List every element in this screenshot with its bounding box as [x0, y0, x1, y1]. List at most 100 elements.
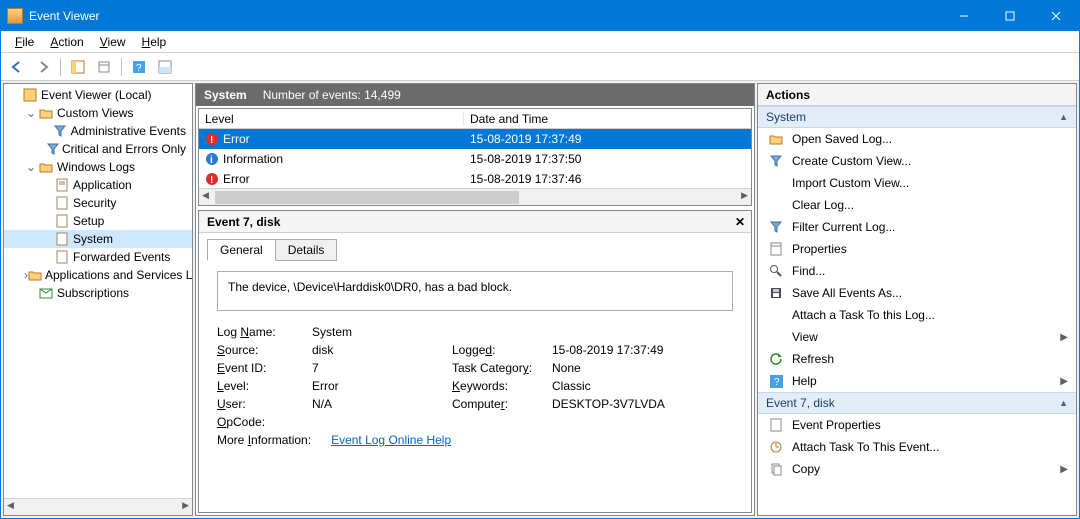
tree-subscriptions[interactable]: Subscriptions	[4, 284, 192, 302]
action-event-properties[interactable]: Event Properties	[758, 414, 1076, 436]
toolbar-separator	[60, 58, 61, 76]
col-date[interactable]: Date and Time	[464, 112, 751, 126]
collapse-icon[interactable]: ▲	[1059, 398, 1068, 408]
tree-root[interactable]: Event Viewer (Local)	[4, 86, 192, 104]
action-create-custom-view[interactable]: Create Custom View...	[758, 150, 1076, 172]
action-attach-task-event[interactable]: Attach Task To This Event...	[758, 436, 1076, 458]
event-row[interactable]: !Error15-08-2019 17:37:49	[199, 129, 751, 149]
close-detail-button[interactable]: ✕	[735, 215, 745, 229]
tab-details[interactable]: Details	[275, 239, 338, 261]
action-attach-task-log[interactable]: Attach a Task To this Log...	[758, 304, 1076, 326]
list-h-scrollbar[interactable]	[199, 188, 751, 205]
val-taskcat: None	[552, 361, 733, 375]
tree-label: Application	[73, 178, 132, 192]
val-user: N/A	[312, 397, 452, 411]
action-group-event[interactable]: Event 7, disk ▲	[758, 392, 1076, 414]
maximize-button[interactable]	[987, 1, 1033, 31]
menu-view[interactable]: View	[92, 33, 134, 51]
filter-icon	[47, 141, 59, 157]
chevron-right-icon: ▶	[1060, 376, 1068, 387]
val-level: Error	[312, 379, 452, 393]
svg-text:?: ?	[136, 63, 142, 74]
tree-windows-logs[interactable]: ⌄ Windows Logs	[4, 158, 192, 176]
find-icon	[768, 263, 784, 279]
navigation-tree[interactable]: Event Viewer (Local) ⌄ Custom Views Admi…	[4, 84, 192, 498]
action-filter-current-log[interactable]: Filter Current Log...	[758, 216, 1076, 238]
menu-action[interactable]: Action	[42, 33, 91, 51]
tree-label: Applications and Services Lo	[45, 268, 192, 282]
filter-icon	[768, 219, 784, 235]
svg-text:i: i	[210, 155, 213, 166]
tree-forwarded[interactable]: Forwarded Events	[4, 248, 192, 266]
tree-label: Forwarded Events	[73, 250, 170, 264]
tree-scrollbar[interactable]	[4, 498, 192, 515]
action-properties[interactable]: Properties	[758, 238, 1076, 260]
online-help-link[interactable]: Event Log Online Help	[331, 433, 451, 447]
action-open-saved-log[interactable]: Open Saved Log...	[758, 128, 1076, 150]
tree-custom-views[interactable]: ⌄ Custom Views	[4, 104, 192, 122]
action-save-all-events[interactable]: Save All Events As...	[758, 282, 1076, 304]
open-icon	[768, 131, 784, 147]
actions-pane: Actions System ▲ Open Saved Log... Creat…	[757, 83, 1077, 516]
val-eventid: 7	[312, 361, 452, 375]
event-row[interactable]: iInformation15-08-2019 17:37:50	[199, 149, 751, 169]
preview-toolbar-button[interactable]	[153, 56, 177, 78]
svg-text:!: !	[210, 175, 213, 186]
forward-button[interactable]	[31, 56, 55, 78]
help-toolbar-button[interactable]: ?	[127, 56, 151, 78]
tab-general[interactable]: General	[207, 239, 276, 261]
actions-title: Actions	[758, 84, 1076, 106]
properties-toolbar-button[interactable]	[92, 56, 116, 78]
window-title: Event Viewer	[29, 9, 941, 23]
action-view-submenu[interactable]: View ▶	[758, 326, 1076, 348]
tree-crit-errors[interactable]: Critical and Errors Only	[4, 140, 192, 158]
back-button[interactable]	[5, 56, 29, 78]
event-row[interactable]: !Error15-08-2019 17:37:46	[199, 169, 751, 188]
main-area: Event Viewer (Local) ⌄ Custom Views Admi…	[1, 81, 1079, 518]
collapse-icon[interactable]: ▲	[1059, 112, 1068, 122]
action-help-submenu[interactable]: ? Help ▶	[758, 370, 1076, 392]
tree-system[interactable]: System	[4, 230, 192, 248]
tree-security[interactable]: Security	[4, 194, 192, 212]
tree-label: Custom Views	[57, 106, 133, 120]
list-title: System	[204, 88, 247, 102]
column-headers[interactable]: Level Date and Time	[199, 109, 751, 129]
lbl-level: Level:	[217, 379, 312, 393]
log-icon	[54, 249, 70, 265]
menu-help[interactable]: Help	[134, 33, 175, 51]
app-icon	[7, 8, 23, 24]
task-icon	[768, 439, 784, 455]
event-description: The device, \Device\Harddisk0\DR0, has a…	[217, 271, 733, 311]
menu-file[interactable]: File	[7, 33, 42, 51]
menu-bar: File Action View Help	[1, 31, 1079, 53]
show-tree-button[interactable]	[66, 56, 90, 78]
action-clear-log[interactable]: Clear Log...	[758, 194, 1076, 216]
chevron-right-icon: ▶	[1060, 332, 1068, 343]
svg-text:!: !	[210, 135, 213, 146]
minimize-button[interactable]	[941, 1, 987, 31]
tree-label: Subscriptions	[57, 286, 129, 300]
detail-body: The device, \Device\Harddisk0\DR0, has a…	[207, 261, 743, 504]
tree-application[interactable]: Application	[4, 176, 192, 194]
filter-icon	[768, 153, 784, 169]
event-list: Level Date and Time !Error15-08-2019 17:…	[198, 108, 752, 206]
lbl-taskcat: Task Category:	[452, 361, 552, 375]
collapse-icon[interactable]: ⌄	[24, 106, 38, 120]
folder-icon	[38, 159, 54, 175]
action-refresh[interactable]: Refresh	[758, 348, 1076, 370]
event-rows[interactable]: !Error15-08-2019 17:37:49iInformation15-…	[199, 129, 751, 188]
close-button[interactable]	[1033, 1, 1079, 31]
tree-apps-services[interactable]: › Applications and Services Lo	[4, 266, 192, 284]
action-find[interactable]: Find...	[758, 260, 1076, 282]
action-copy-submenu[interactable]: Copy ▶	[758, 458, 1076, 480]
tree-admin-events[interactable]: Administrative Events	[4, 122, 192, 140]
col-level[interactable]: Level	[199, 112, 464, 126]
action-import-custom-view[interactable]: Import Custom View...	[758, 172, 1076, 194]
collapse-icon[interactable]: ⌄	[24, 160, 38, 174]
tree-setup[interactable]: Setup	[4, 212, 192, 230]
detail-tabs: General Details	[199, 233, 751, 261]
detail-header: Event 7, disk ✕	[199, 211, 751, 233]
action-group-system[interactable]: System ▲	[758, 106, 1076, 128]
tree-label: Critical and Errors Only	[62, 142, 186, 156]
error-icon: !	[205, 132, 219, 146]
